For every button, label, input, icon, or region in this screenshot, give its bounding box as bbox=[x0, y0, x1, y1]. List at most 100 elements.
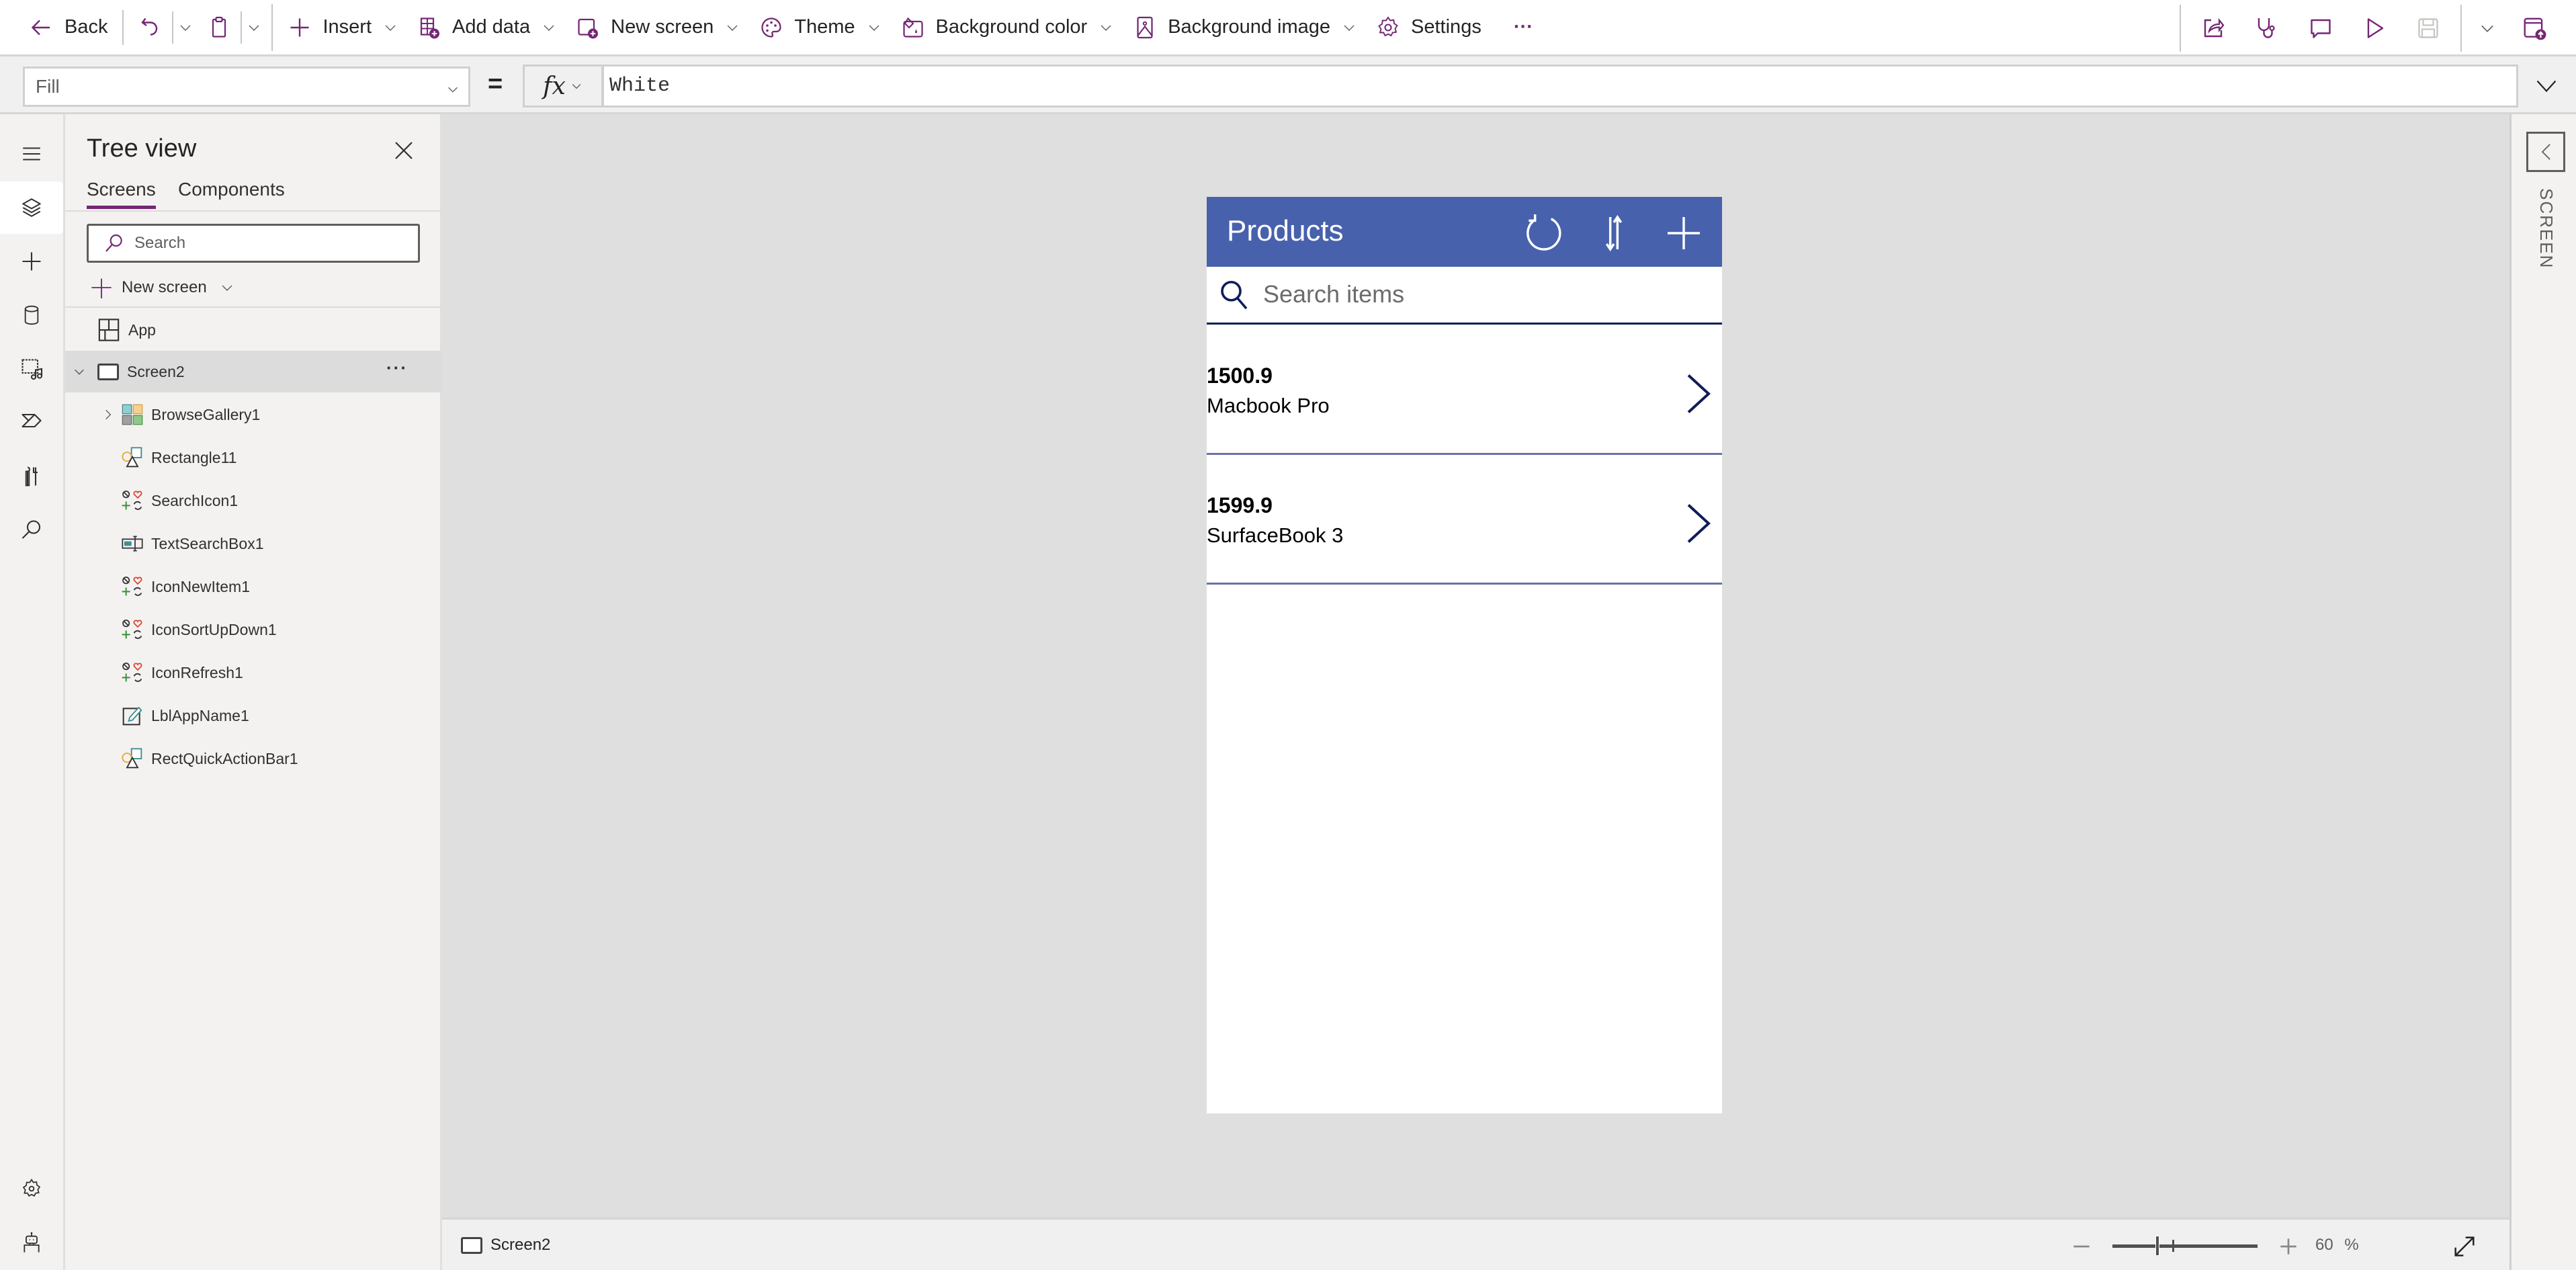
theme-button[interactable]: Theme bbox=[750, 7, 891, 48]
refresh-icon[interactable] bbox=[1522, 212, 1565, 255]
zoom-slider[interactable] bbox=[2112, 1233, 2258, 1260]
chevron-down-icon[interactable] bbox=[72, 364, 87, 379]
zoom-slider-thumb[interactable] bbox=[2155, 1236, 2159, 1256]
zoom-default-mark bbox=[2172, 1240, 2174, 1252]
new-screen-button[interactable]: New screen bbox=[91, 271, 235, 304]
tree-item-control[interactable]: IconNewItem1 bbox=[65, 566, 442, 607]
quick-action-bar[interactable]: Products bbox=[1207, 197, 1722, 267]
fx-button[interactable]: fx bbox=[523, 65, 603, 108]
insert-label: Insert bbox=[323, 16, 372, 38]
app-name-label[interactable]: Products bbox=[1227, 214, 1344, 248]
app-icon bbox=[98, 319, 120, 341]
background-image-button[interactable]: Background image bbox=[1123, 7, 1367, 48]
command-bar: Back Insert Add data New screen Theme Ba… bbox=[0, 0, 2576, 56]
tree-item-control[interactable]: IconRefresh1 bbox=[65, 652, 442, 693]
chevron-right-icon[interactable] bbox=[1685, 503, 1712, 544]
add-item-icon[interactable] bbox=[1662, 212, 1705, 255]
plus-icon bbox=[22, 252, 41, 271]
status-bar: Screen2 60 % bbox=[442, 1218, 2509, 1270]
app-checker-button[interactable] bbox=[2240, 8, 2294, 48]
preview-button[interactable] bbox=[2348, 8, 2401, 48]
item-name: SurfaceBook 3 bbox=[1207, 523, 1344, 547]
chevron-down-icon bbox=[727, 25, 738, 31]
rail-data-button[interactable] bbox=[0, 289, 63, 341]
zoom-in-icon[interactable] bbox=[2275, 1233, 2302, 1260]
icons-control-icon bbox=[122, 491, 142, 510]
stethoscope-icon bbox=[2258, 18, 2275, 38]
tree-item-app[interactable]: App bbox=[65, 309, 442, 351]
chevron-down-icon bbox=[2481, 25, 2493, 32]
tree-item-control[interactable]: RectQuickActionBar1 bbox=[65, 738, 442, 779]
search-icon[interactable] bbox=[1216, 278, 1252, 314]
paste-button[interactable] bbox=[198, 7, 241, 48]
new-screen-label: New screen bbox=[122, 278, 207, 296]
rail-tree-view-button[interactable] bbox=[0, 181, 63, 234]
chevron-down-icon bbox=[572, 84, 581, 89]
save-dropdown[interactable] bbox=[2467, 8, 2507, 48]
tree-view-panel: Tree view Screens Components Search New … bbox=[65, 114, 442, 1270]
fit-to-window-icon[interactable] bbox=[2451, 1233, 2478, 1260]
tab-components[interactable]: Components bbox=[178, 179, 285, 206]
property-dropdown[interactable]: Fill bbox=[23, 67, 470, 107]
toolbar-divider bbox=[122, 9, 124, 45]
undo-button[interactable] bbox=[129, 7, 172, 48]
hamburger-menu-button[interactable] bbox=[0, 128, 63, 180]
search-items-placeholder: Search items bbox=[1263, 280, 1405, 308]
layers-icon bbox=[22, 198, 41, 217]
tree-item-control[interactable]: SearchIcon1 bbox=[65, 480, 442, 521]
current-screen-name: Screen2 bbox=[490, 1236, 551, 1254]
tree-item-control[interactable]: Rectangle11 bbox=[65, 437, 442, 478]
close-icon[interactable] bbox=[392, 138, 416, 163]
gallery-item[interactable]: 1500.9 Macbook Pro bbox=[1207, 327, 1722, 455]
expand-formula-icon[interactable] bbox=[2533, 74, 2560, 98]
current-screen-selector[interactable]: Screen2 bbox=[461, 1236, 550, 1255]
tree-search-input[interactable]: Search bbox=[87, 224, 420, 263]
robot-icon bbox=[24, 1232, 40, 1253]
rail-search-button[interactable] bbox=[0, 504, 63, 556]
rail-advanced-tools-button[interactable] bbox=[0, 450, 63, 503]
more-button[interactable]: ··· bbox=[1504, 7, 1543, 48]
toolbar-right-actions bbox=[2174, 0, 2576, 56]
tree-item-screen2[interactable]: Screen2 ··· bbox=[65, 351, 442, 392]
tree-divider bbox=[65, 306, 442, 308]
chevron-right-icon[interactable] bbox=[1685, 374, 1712, 414]
rail-settings-button[interactable] bbox=[0, 1162, 63, 1215]
new-screen-button[interactable]: New screen bbox=[566, 7, 750, 48]
app-screen-preview[interactable]: Products Search items 1500.9 Macbook Pro… bbox=[1207, 197, 1722, 1113]
plus-icon bbox=[91, 278, 112, 298]
more-options-icon[interactable]: ··· bbox=[386, 357, 408, 378]
tree-item-control[interactable]: LblAppName1 bbox=[65, 695, 442, 736]
tree-item-label: Rectangle11 bbox=[151, 448, 237, 466]
tab-screens[interactable]: Screens bbox=[87, 179, 156, 209]
save-button[interactable] bbox=[2401, 8, 2455, 48]
paste-dropdown[interactable] bbox=[241, 11, 266, 44]
tree-item-control[interactable]: BrowseGallery1 bbox=[65, 394, 442, 435]
chevron-left-icon bbox=[2541, 144, 2550, 160]
rail-media-button[interactable] bbox=[0, 343, 63, 395]
insert-button[interactable]: Insert bbox=[278, 7, 408, 48]
tree-item-label: IconRefresh1 bbox=[151, 663, 243, 681]
tree-item-control[interactable]: TextSearchBox1 bbox=[65, 523, 442, 564]
publish-button[interactable] bbox=[2507, 8, 2561, 48]
expand-panel-button[interactable] bbox=[2526, 132, 2565, 172]
search-placeholder: Search bbox=[134, 234, 186, 252]
text-search-box[interactable]: Search items bbox=[1207, 267, 1722, 325]
back-button[interactable]: Back bbox=[20, 7, 117, 48]
rail-power-automate-button[interactable] bbox=[0, 396, 63, 449]
theme-label: Theme bbox=[794, 16, 855, 38]
sort-up-down-icon[interactable] bbox=[1592, 212, 1635, 255]
gallery-item[interactable]: 1599.9 SurfaceBook 3 bbox=[1207, 456, 1722, 585]
share-button[interactable] bbox=[2186, 8, 2240, 48]
comments-button[interactable] bbox=[2294, 8, 2348, 48]
background-color-button[interactable]: Background color bbox=[892, 7, 1124, 48]
undo-dropdown[interactable] bbox=[172, 11, 198, 44]
chevron-down-icon bbox=[1344, 25, 1355, 31]
chevron-right-icon[interactable] bbox=[101, 407, 115, 422]
rail-copilot-button[interactable] bbox=[0, 1216, 63, 1269]
settings-button[interactable]: Settings bbox=[1367, 7, 1491, 48]
formula-input[interactable]: White bbox=[602, 65, 2518, 108]
rail-insert-button[interactable] bbox=[0, 235, 63, 288]
zoom-out-icon[interactable] bbox=[2068, 1233, 2095, 1260]
tree-item-control[interactable]: IconSortUpDown1 bbox=[65, 609, 442, 650]
add-data-button[interactable]: Add data bbox=[408, 7, 566, 48]
